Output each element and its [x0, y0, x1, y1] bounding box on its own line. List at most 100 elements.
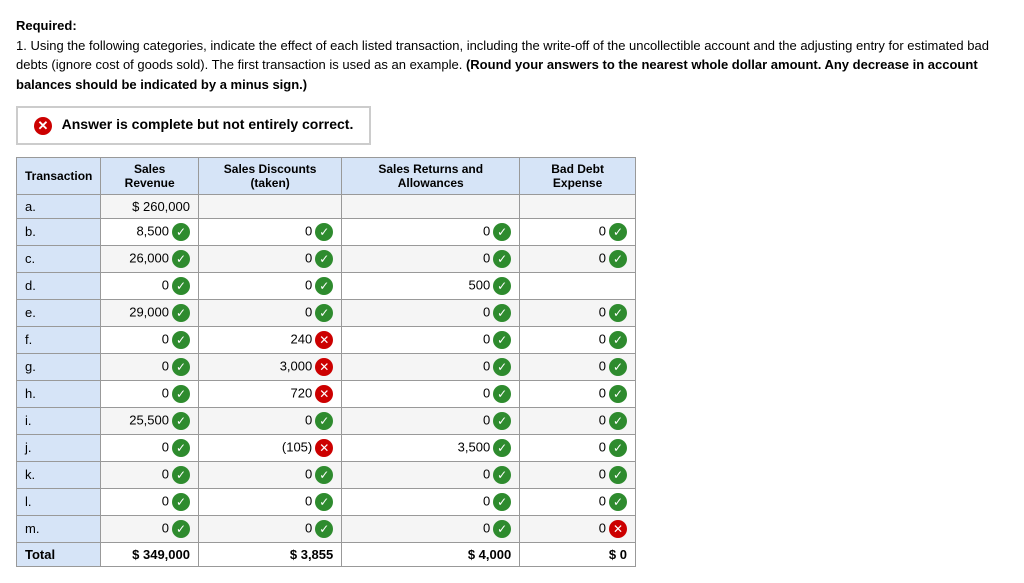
green-check-icon: ✓ — [315, 520, 333, 538]
table-row: d.0✓0✓500✓ — [17, 272, 636, 299]
table-row: i.25,500✓0✓0✓0✓ — [17, 407, 636, 434]
cell: 0✓ — [101, 488, 199, 515]
cell: 8,500✓ — [101, 218, 199, 245]
header-sales-discounts: Sales Discounts (taken) — [198, 157, 341, 194]
cell — [520, 272, 636, 299]
accounting-table: Transaction Sales Revenue Sales Discount… — [16, 157, 636, 567]
cell: 0✓ — [520, 299, 636, 326]
cell: 0✓ — [342, 380, 520, 407]
green-check-icon: ✓ — [493, 223, 511, 241]
cell: $ 260,000 — [101, 194, 199, 218]
green-check-icon: ✓ — [172, 250, 190, 268]
green-check-icon: ✓ — [315, 466, 333, 484]
cell: 0✓ — [198, 488, 341, 515]
cell — [342, 194, 520, 218]
green-check-icon: ✓ — [172, 493, 190, 511]
green-check-icon: ✓ — [609, 223, 627, 241]
transaction-id: f. — [17, 326, 101, 353]
green-check-icon: ✓ — [609, 412, 627, 430]
green-check-icon: ✓ — [609, 358, 627, 376]
cell: 0✓ — [198, 299, 341, 326]
green-check-icon: ✓ — [609, 250, 627, 268]
table-row: m.0✓0✓0✓0✕ — [17, 515, 636, 542]
green-check-icon: ✓ — [609, 385, 627, 403]
cell: 0✓ — [342, 218, 520, 245]
cell: 0✓ — [520, 245, 636, 272]
cell — [520, 194, 636, 218]
table-row: b.8,500✓0✓0✓0✓ — [17, 218, 636, 245]
transaction-id: h. — [17, 380, 101, 407]
header-sales-revenue: Sales Revenue — [101, 157, 199, 194]
red-check-icon: ✕ — [315, 439, 333, 457]
green-check-icon: ✓ — [172, 439, 190, 457]
transaction-id: d. — [17, 272, 101, 299]
cell: 0✓ — [342, 461, 520, 488]
green-check-icon: ✓ — [493, 331, 511, 349]
cell: 0✕ — [520, 515, 636, 542]
green-check-icon: ✓ — [315, 277, 333, 295]
green-check-icon: ✓ — [172, 520, 190, 538]
green-check-icon: ✓ — [609, 439, 627, 457]
green-check-icon: ✓ — [493, 358, 511, 376]
green-check-icon: ✓ — [609, 493, 627, 511]
cell: 720✕ — [198, 380, 341, 407]
green-check-icon: ✓ — [315, 304, 333, 322]
cell: 0✓ — [198, 461, 341, 488]
cell: 0✓ — [520, 488, 636, 515]
cell: 0✓ — [101, 272, 199, 299]
green-check-icon: ✓ — [493, 439, 511, 457]
red-check-icon: ✕ — [609, 520, 627, 538]
green-check-icon: ✓ — [315, 250, 333, 268]
cell: 0✓ — [342, 326, 520, 353]
cell: 26,000✓ — [101, 245, 199, 272]
required-section: Required: 1. Using the following categor… — [16, 16, 1008, 94]
transaction-id: a. — [17, 194, 101, 218]
header-transaction: Transaction — [17, 157, 101, 194]
alert-text: Answer is complete but not entirely corr… — [62, 116, 354, 132]
green-check-icon: ✓ — [172, 277, 190, 295]
green-check-icon: ✓ — [172, 358, 190, 376]
alert-box: ✕ Answer is complete but not entirely co… — [16, 106, 371, 145]
total-sales-returns: $ 4,000 — [342, 542, 520, 566]
total-row: Total $ 349,000 $ 3,855 $ 4,000 $ 0 — [17, 542, 636, 566]
green-check-icon: ✓ — [315, 493, 333, 511]
cell: 29,000✓ — [101, 299, 199, 326]
header-bad-debt: Bad Debt Expense — [520, 157, 636, 194]
transaction-id: k. — [17, 461, 101, 488]
green-check-icon: ✓ — [172, 412, 190, 430]
cell: 0✓ — [101, 515, 199, 542]
cell: 240✕ — [198, 326, 341, 353]
transaction-id: b. — [17, 218, 101, 245]
green-check-icon: ✓ — [493, 250, 511, 268]
transaction-id: g. — [17, 353, 101, 380]
cell: 0✓ — [101, 461, 199, 488]
green-check-icon: ✓ — [172, 304, 190, 322]
green-check-icon: ✓ — [315, 412, 333, 430]
cell: (105)✕ — [198, 434, 341, 461]
cell: 0✓ — [520, 434, 636, 461]
table-row: f.0✓240✕0✓0✓ — [17, 326, 636, 353]
table-row: c.26,000✓0✓0✓0✓ — [17, 245, 636, 272]
total-bad-debt: $ 0 — [520, 542, 636, 566]
required-label: Required: — [16, 18, 77, 33]
cell: 0✓ — [198, 407, 341, 434]
green-check-icon: ✓ — [609, 466, 627, 484]
red-check-icon: ✕ — [315, 385, 333, 403]
green-check-icon: ✓ — [493, 277, 511, 295]
table-row: j.0✓(105)✕3,500✓0✓ — [17, 434, 636, 461]
transaction-id: j. — [17, 434, 101, 461]
green-check-icon: ✓ — [493, 304, 511, 322]
green-check-icon: ✓ — [493, 412, 511, 430]
cell: 3,000✕ — [198, 353, 341, 380]
cell: 0✓ — [101, 434, 199, 461]
alert-icon: ✕ — [34, 117, 52, 135]
total-sales-discounts: $ 3,855 — [198, 542, 341, 566]
cell: 0✓ — [520, 407, 636, 434]
cell: 0✓ — [342, 353, 520, 380]
cell: 0✓ — [342, 299, 520, 326]
table-row: g.0✓3,000✕0✓0✓ — [17, 353, 636, 380]
cell: 0✓ — [198, 515, 341, 542]
cell: 0✓ — [101, 380, 199, 407]
transaction-id: l. — [17, 488, 101, 515]
cell — [198, 194, 341, 218]
